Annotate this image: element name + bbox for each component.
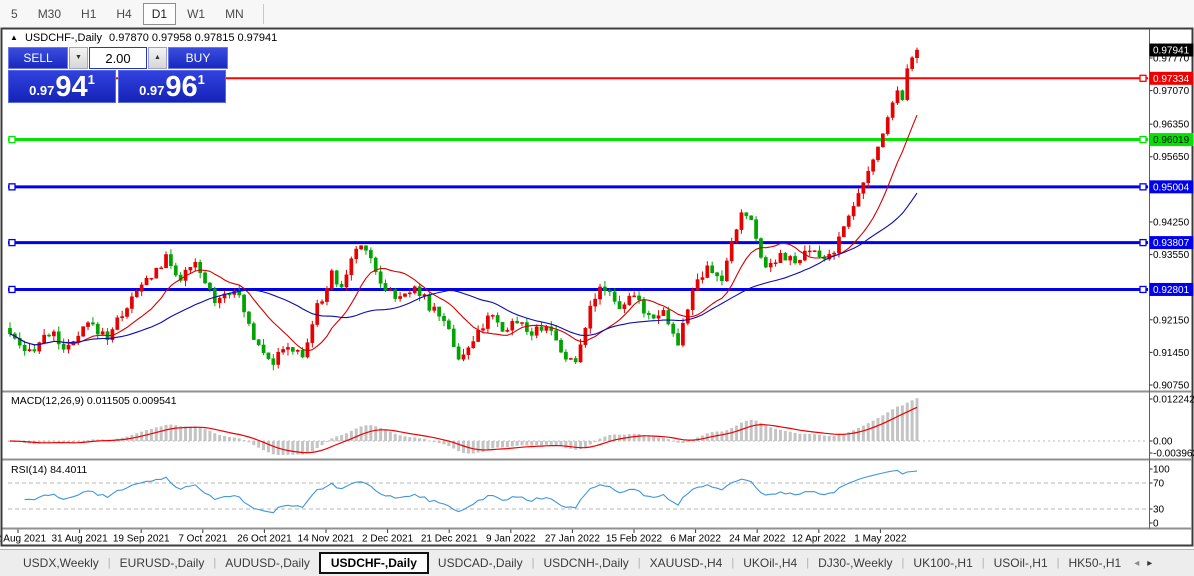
svg-text:0.96019: 0.96019: [1153, 135, 1190, 146]
ohlc-values: 0.97870 0.97958 0.97815 0.97941: [109, 32, 278, 44]
svg-text:0.90750: 0.90750: [1153, 380, 1190, 391]
tab-usdx-weekly[interactable]: USDX,Weekly: [14, 553, 108, 573]
tab-dj30-weekly[interactable]: DJ30-,Weekly: [809, 553, 901, 573]
chart-canvas[interactable]: 0.977700.970700.963500.956500.949500.942…: [0, 27, 1194, 549]
one-click-trading-panel: SELL ▼ ▲ BUY 0.97 94 1 0.97 96: [8, 47, 228, 103]
svg-text:27 Jan 2022: 27 Jan 2022: [545, 534, 600, 545]
svg-text:12 Aug 2021: 12 Aug 2021: [0, 534, 47, 545]
tab-scroll-right-icon[interactable]: ▸: [1143, 558, 1156, 569]
svg-text:0.97070: 0.97070: [1153, 86, 1190, 97]
svg-text:0.94250: 0.94250: [1153, 217, 1190, 228]
svg-text:14 Nov 2021: 14 Nov 2021: [298, 534, 355, 545]
svg-text:15 Feb 2022: 15 Feb 2022: [606, 534, 663, 545]
sell-button[interactable]: SELL: [8, 47, 68, 69]
chart-window: 0.977700.970700.963500.956500.949500.942…: [0, 27, 1194, 549]
timeframe-button-w1[interactable]: W1: [178, 3, 214, 25]
tab-uk100-h1[interactable]: UK100-,H1: [904, 553, 981, 573]
tab-usoil-h1[interactable]: USOil-,H1: [985, 553, 1057, 573]
svg-text:100: 100: [1153, 465, 1170, 476]
timeframe-button-mn[interactable]: MN: [216, 3, 253, 25]
collapse-arrow-icon: ▲: [10, 33, 18, 42]
chart-tab-bar: USDX,Weekly | EURUSD-,Daily | AUDUSD-,Daily U…: [0, 549, 1194, 576]
symbol-label: USDCHF-,Daily: [24, 32, 102, 44]
sell-price-small: 0.97: [29, 83, 55, 98]
volume-increase-button[interactable]: ▲: [148, 47, 167, 69]
tab-hk50-h1[interactable]: HK50-,H1: [1060, 553, 1131, 573]
timeframe-toolbar: 5 M30 H1 H4 D1 W1 MN: [0, 0, 1194, 27]
sell-price-pip: 1: [87, 72, 95, 87]
svg-text:30: 30: [1153, 505, 1165, 516]
buy-price-pip: 1: [197, 72, 205, 87]
trading-terminal: 5 M30 H1 H4 D1 W1 MN 0.97770 0.97070 0.96350 0.95…: [0, 0, 1194, 576]
svg-text:0.95650: 0.95650: [1153, 152, 1190, 163]
volume-decrease-button[interactable]: ▼: [69, 47, 88, 69]
svg-text:7 Oct 2021: 7 Oct 2021: [178, 534, 227, 545]
svg-text:31 Aug 2021: 31 Aug 2021: [52, 534, 109, 545]
svg-text:21 Dec 2021: 21 Dec 2021: [421, 534, 478, 545]
svg-text:2 Dec 2021: 2 Dec 2021: [362, 534, 414, 545]
svg-text:-0.003963: -0.003963: [1153, 449, 1194, 460]
svg-text:RSI(14) 84.4011: RSI(14) 84.4011: [11, 464, 87, 476]
svg-text:0.92150: 0.92150: [1153, 315, 1190, 326]
svg-text:0.97941: 0.97941: [1153, 46, 1190, 57]
svg-text:MACD(12,26,9) 0.011505 0.00954: MACD(12,26,9) 0.011505 0.009541: [11, 395, 177, 407]
timeframe-button-m30[interactable]: M30: [29, 3, 70, 25]
sell-price-display[interactable]: 0.97 94 1: [8, 70, 116, 103]
tab-eurusd-daily[interactable]: EURUSD-,Daily: [111, 553, 214, 573]
svg-text:0.012242: 0.012242: [1153, 395, 1194, 406]
svg-text:70: 70: [1153, 479, 1165, 490]
timeframe-button-5[interactable]: 5: [2, 3, 27, 25]
sell-price-big: 94: [55, 71, 88, 103]
toolbar-separator: [262, 3, 264, 24]
tab-ukoil-h4[interactable]: UKOil-,H4: [734, 553, 806, 573]
svg-text:0.96350: 0.96350: [1153, 120, 1190, 131]
tab-audusd-daily[interactable]: AUDUSD-,Daily: [216, 553, 319, 573]
volume-input[interactable]: [89, 47, 147, 69]
svg-text:9 Jan 2022: 9 Jan 2022: [486, 534, 536, 545]
svg-text:0.95004: 0.95004: [1153, 182, 1190, 193]
tab-scroll-left-icon[interactable]: ◂: [1130, 558, 1143, 569]
svg-text:0: 0: [1153, 519, 1159, 530]
svg-text:0.92801: 0.92801: [1153, 285, 1190, 296]
tab-xauusd-h4[interactable]: XAUUSD-,H4: [641, 553, 732, 573]
buy-price-big: 96: [165, 71, 198, 103]
timeframe-button-h1[interactable]: H1: [72, 3, 105, 25]
chart-title: ▲ USDCHF-,Daily 0.97870 0.97958 0.97815 …: [10, 32, 281, 44]
svg-text:0.93807: 0.93807: [1153, 238, 1190, 249]
svg-text:0.93550: 0.93550: [1153, 250, 1190, 261]
svg-text:12 Apr 2022: 12 Apr 2022: [792, 534, 846, 545]
buy-price-small: 0.97: [139, 83, 165, 98]
svg-text:0.91450: 0.91450: [1153, 348, 1190, 359]
svg-text:19 Sep 2021: 19 Sep 2021: [113, 534, 170, 545]
spin-down-icon: ▼: [75, 54, 82, 61]
svg-text:0.97334: 0.97334: [1153, 74, 1190, 85]
tab-usdcnh-daily[interactable]: USDCNH-,Daily: [534, 553, 637, 573]
svg-text:6 Mar 2022: 6 Mar 2022: [670, 534, 721, 545]
timeframe-button-h4[interactable]: H4: [107, 3, 140, 25]
spin-up-icon: ▲: [154, 54, 161, 61]
svg-text:26 Oct 2021: 26 Oct 2021: [237, 534, 292, 545]
svg-text:1 May 2022: 1 May 2022: [854, 534, 907, 545]
buy-price-display[interactable]: 0.97 96 1: [118, 70, 226, 103]
buy-button[interactable]: BUY: [168, 47, 228, 69]
svg-text:0.00: 0.00: [1153, 437, 1173, 448]
tab-usdchf-daily[interactable]: USDCHF-,Daily: [318, 552, 429, 574]
svg-text:24 Mar 2022: 24 Mar 2022: [729, 534, 786, 545]
tab-usdcad-daily[interactable]: USDCAD-,Daily: [429, 553, 532, 573]
timeframe-button-d1[interactable]: D1: [142, 2, 177, 25]
